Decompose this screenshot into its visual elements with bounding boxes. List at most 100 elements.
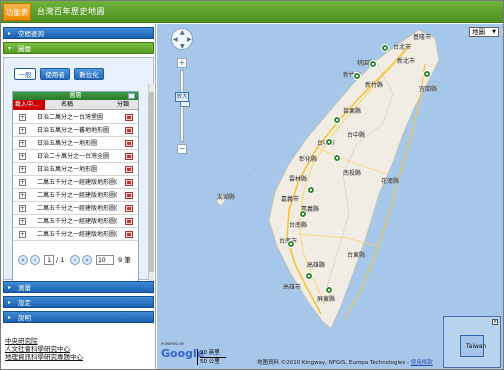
- section-layers[interactable]: ▾ 圖層: [3, 42, 154, 54]
- expand-icon[interactable]: +: [19, 192, 26, 199]
- map-marker-icon[interactable]: [369, 60, 377, 68]
- link-gis-center[interactable]: 地理資訊科學研究專題中心: [5, 353, 83, 361]
- pan-control[interactable]: ▲ ◀ ▶ ▼: [171, 28, 193, 50]
- city-label: 澎湖縣: [217, 194, 236, 201]
- category-icon[interactable]: [125, 192, 133, 199]
- layer-name: 日治五萬分之一地形圖: [37, 140, 98, 147]
- category-icon[interactable]: [125, 179, 133, 186]
- category-icon[interactable]: [125, 218, 133, 225]
- pan-left-icon[interactable]: ◀: [173, 36, 178, 43]
- city-label: 彰化縣: [299, 156, 318, 163]
- table-options-icon[interactable]: [128, 93, 135, 99]
- layer-row[interactable]: + 日治五萬分之一蕃地地形圖: [13, 124, 138, 137]
- city-label: 宜蘭縣: [419, 86, 438, 93]
- layer-row[interactable]: + 二萬五千分之一經建版地形圖(: [13, 215, 138, 228]
- link-rchss[interactable]: 人文社會科學研究中心: [5, 345, 83, 353]
- column-class: 分類: [117, 101, 130, 108]
- expand-arrow-icon: ▸: [8, 30, 12, 37]
- layer-name: 日治二萬分之一台灣堡圖: [37, 114, 104, 121]
- link-academia-sinica[interactable]: 中央研究院: [5, 337, 83, 345]
- map-marker-icon[interactable]: [299, 210, 307, 218]
- layers-content: 一般 使用者 數位化 圖層 載入中... 名稱 分類 + 日治二萬分之一台灣堡圖 …: [3, 57, 154, 287]
- layer-row[interactable]: + 二萬五千分之一經建版地形圖(: [13, 202, 138, 215]
- layer-row[interactable]: + 日治二十萬分之一台灣全圖: [13, 150, 138, 163]
- category-icon[interactable]: [125, 114, 133, 121]
- map-marker-icon[interactable]: [353, 72, 361, 80]
- layer-name: 二萬五千分之一經建版地形圖(: [37, 205, 118, 212]
- expand-icon[interactable]: +: [19, 153, 26, 160]
- layer-row[interactable]: + 日治五萬分之一地形圖: [13, 137, 138, 150]
- expand-icon[interactable]: +: [19, 114, 26, 121]
- expand-icon[interactable]: +: [19, 205, 26, 212]
- map-marker-icon[interactable]: [307, 186, 315, 194]
- map-marker-icon[interactable]: [325, 138, 333, 146]
- expand-icon[interactable]: +: [19, 231, 26, 238]
- page-input[interactable]: 1: [44, 255, 54, 265]
- category-icon[interactable]: [125, 127, 133, 134]
- expand-icon[interactable]: +: [19, 179, 26, 186]
- layer-row[interactable]: + 日治五萬分之一地形圖: [13, 163, 138, 176]
- map-marker-icon[interactable]: [333, 154, 341, 162]
- map-marker-icon[interactable]: [423, 70, 431, 78]
- per-page-select[interactable]: 10: [96, 255, 114, 265]
- enlarge-button[interactable]: 放大: [175, 92, 189, 102]
- map-marker-icon[interactable]: [305, 272, 313, 280]
- overview-map[interactable]: Taiwan ×: [443, 316, 501, 368]
- pan-up-icon[interactable]: ▲: [180, 29, 185, 36]
- category-icon[interactable]: [125, 205, 133, 212]
- zoom-in-button[interactable]: +: [177, 58, 187, 68]
- city-label: 基隆市: [413, 34, 432, 41]
- category-icon[interactable]: [125, 231, 133, 238]
- city-label: 苗栗縣: [343, 108, 362, 115]
- section-label: 設定: [18, 299, 31, 307]
- map-marker-icon[interactable]: [333, 116, 341, 124]
- layer-row[interactable]: + 二萬五千分之一經建版地形圖(: [13, 228, 138, 241]
- tab-general[interactable]: 一般: [14, 68, 36, 80]
- layer-table-title: 圖層: [13, 92, 138, 100]
- attribution-text: 地圖資料 ©2010 Kingway, NFGIS, Europa Techno…: [257, 360, 410, 366]
- first-page-button[interactable]: «: [18, 255, 28, 265]
- expand-icon[interactable]: +: [19, 140, 26, 147]
- layer-name: 日治五萬分之一蕃地地形圖: [37, 127, 110, 134]
- map-marker-icon[interactable]: [325, 286, 333, 294]
- zoom-control: + −: [177, 58, 190, 154]
- menu-tab[interactable]: 功能表: [3, 3, 31, 21]
- layer-row[interactable]: + 日治二萬分之一台灣堡圖: [13, 111, 138, 124]
- terms-link[interactable]: 使用條款: [411, 360, 433, 366]
- map-marker-icon[interactable]: [287, 240, 295, 248]
- last-page-button[interactable]: »: [82, 255, 92, 265]
- tab-user[interactable]: 使用者: [40, 68, 70, 80]
- layer-name: 二萬五千分之一經建版地形圖(: [37, 218, 118, 225]
- section-settings[interactable]: ▸ 設定: [3, 296, 154, 308]
- map-canvas[interactable]: 地圖 ▼ ▲ ◀ ▶ ▼ + − 放大 基隆市 台北市 新北市 桃園縣 新竹市 新…: [157, 24, 503, 369]
- layer-row[interactable]: + 二萬五千分之一經建版地形圖(: [13, 189, 138, 202]
- prev-page-button[interactable]: ‹: [30, 255, 40, 265]
- section-help[interactable]: ▸ 說明: [3, 311, 154, 323]
- footer-links: 中央研究院 人文社會科學研究中心 地理資訊科學研究專題中心: [5, 337, 83, 361]
- layer-row[interactable]: + 二萬五千分之一經建版地形圖(: [13, 176, 138, 189]
- next-page-button[interactable]: ›: [70, 255, 80, 265]
- expand-icon[interactable]: +: [19, 166, 26, 173]
- scroll-thumb[interactable]: [149, 92, 154, 272]
- category-icon[interactable]: [125, 153, 133, 160]
- panel-scrollbar[interactable]: [148, 84, 154, 294]
- city-label: 台南縣: [289, 222, 308, 229]
- expand-arrow-icon: ▸: [8, 284, 12, 291]
- section-label: 測量: [18, 284, 31, 292]
- section-measure[interactable]: ▸ 測量: [3, 281, 154, 293]
- pan-right-icon[interactable]: ▶: [187, 36, 192, 43]
- category-icon[interactable]: [125, 166, 133, 173]
- section-spatial-query[interactable]: ▸ 空間查詢: [3, 27, 154, 39]
- page-count: / 1: [56, 256, 65, 264]
- close-icon[interactable]: ×: [492, 319, 498, 325]
- category-icon[interactable]: [125, 140, 133, 147]
- tab-digitize[interactable]: 數位化: [74, 68, 104, 80]
- map-type-select[interactable]: 地圖 ▼: [469, 27, 499, 37]
- pan-down-icon[interactable]: ▼: [180, 43, 185, 50]
- zoom-slider[interactable]: [180, 70, 190, 142]
- zoom-out-button[interactable]: −: [177, 144, 187, 154]
- map-marker-icon[interactable]: [381, 44, 389, 52]
- overview-label: Taiwan: [466, 343, 487, 350]
- expand-icon[interactable]: +: [19, 218, 26, 225]
- expand-icon[interactable]: +: [19, 127, 26, 134]
